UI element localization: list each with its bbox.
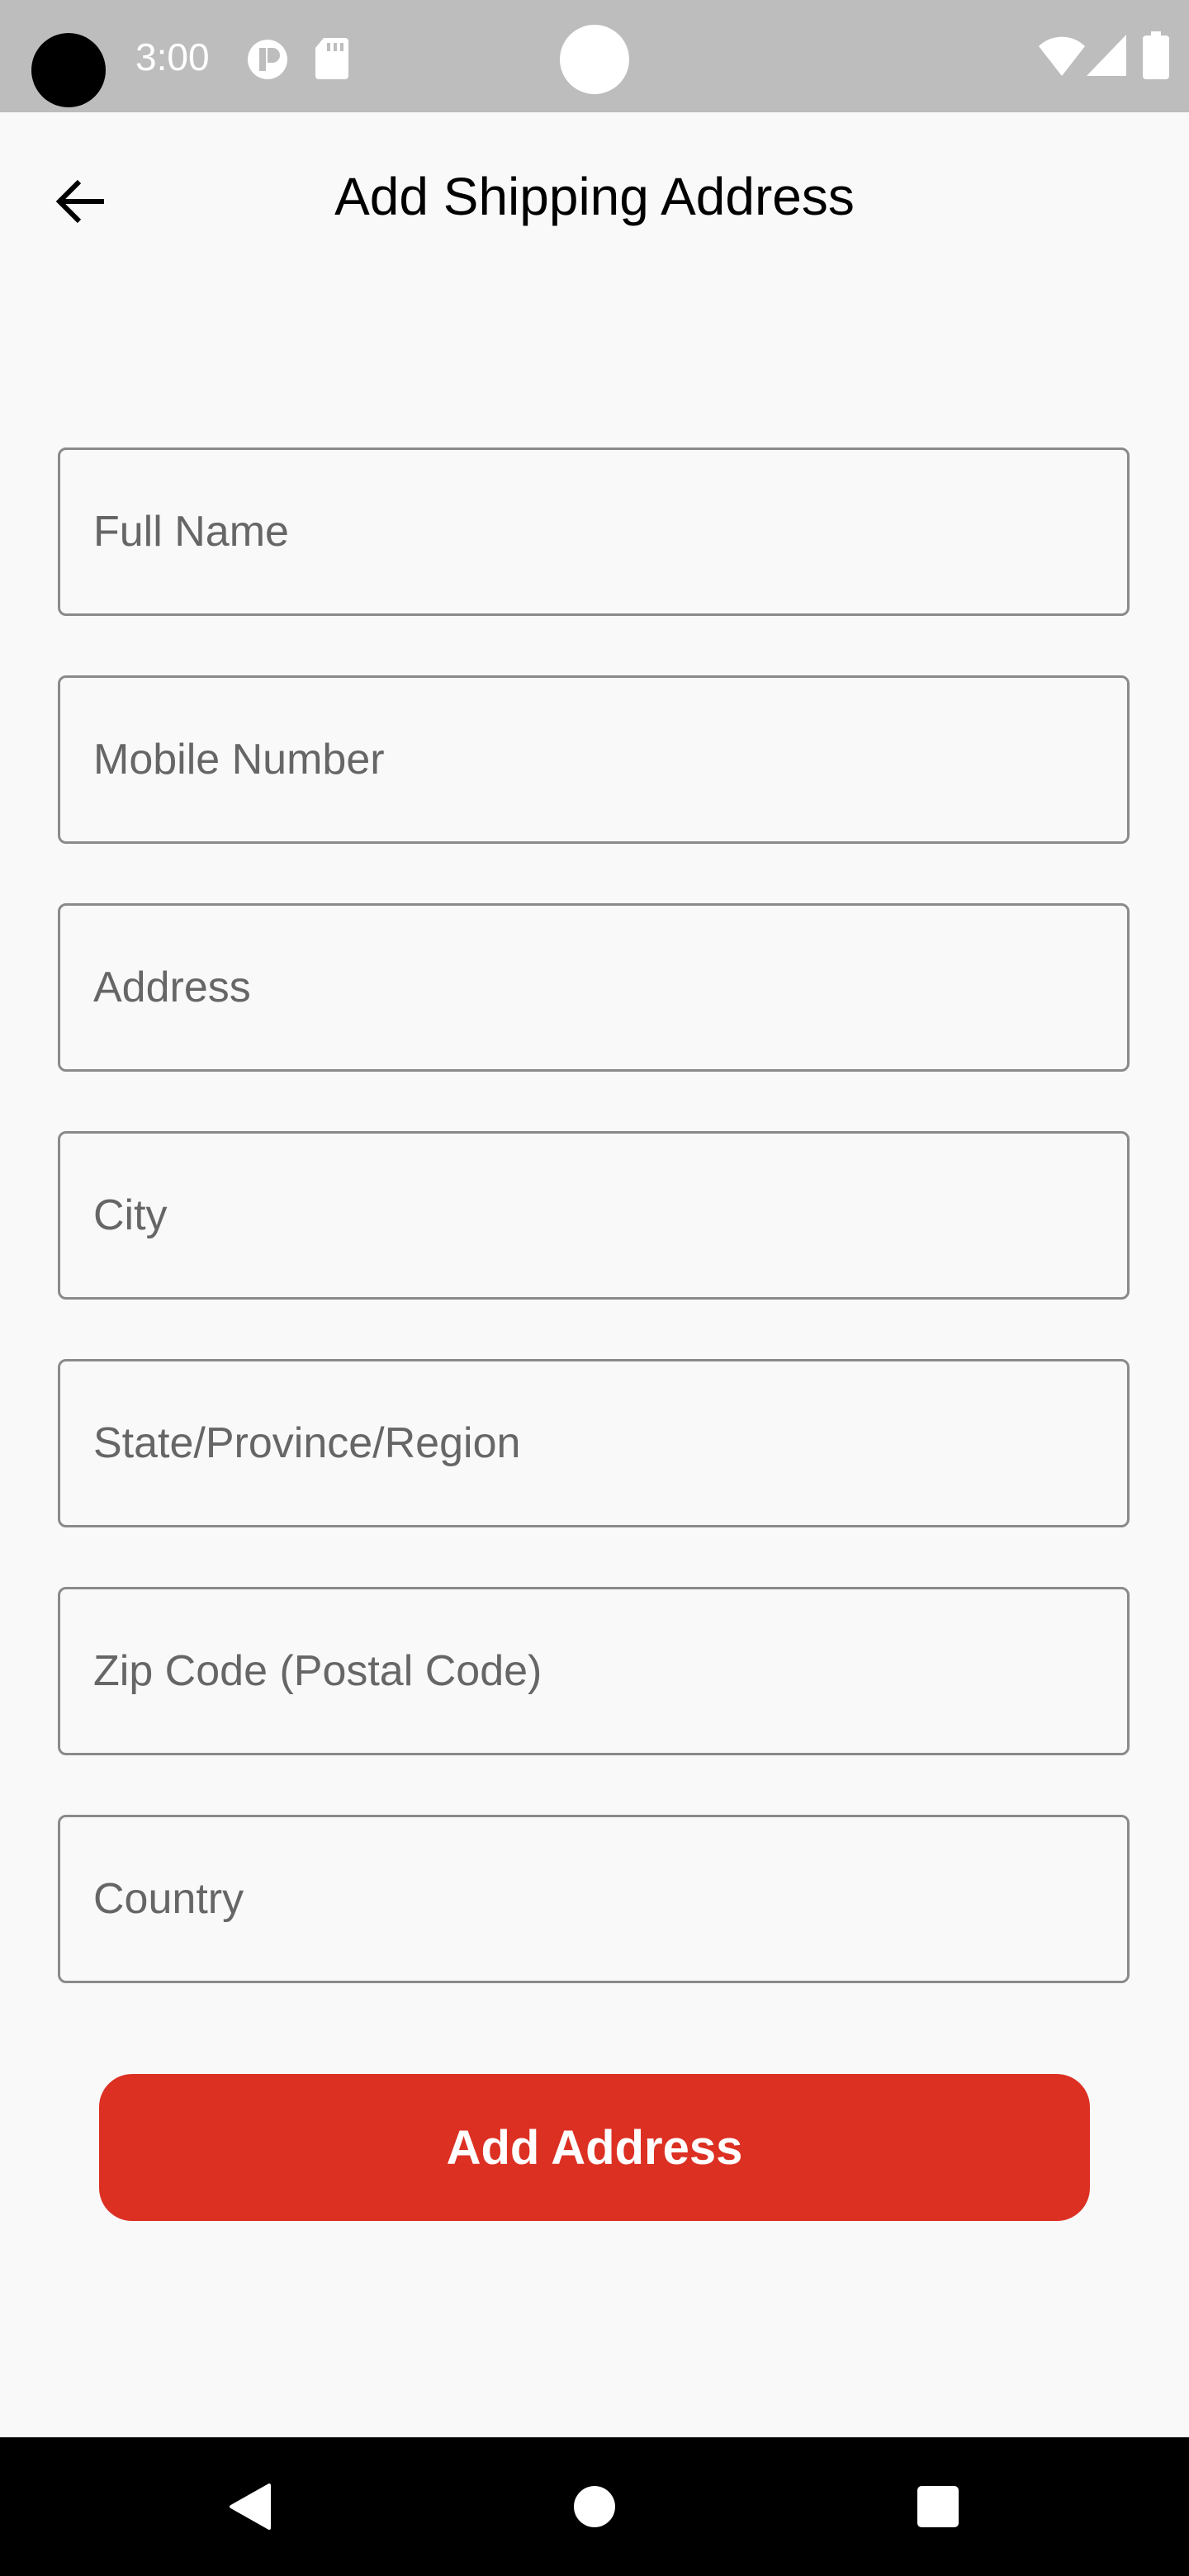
sd-card-icon — [315, 38, 348, 83]
home-circle-icon — [574, 2486, 615, 2527]
nav-recents-button[interactable] — [897, 2465, 979, 2548]
state-input[interactable] — [60, 1361, 1127, 1525]
status-bar: 3:00 — [0, 0, 1189, 112]
full-name-field[interactable] — [58, 447, 1130, 616]
notification-icon — [246, 38, 289, 85]
mobile-number-field[interactable] — [58, 675, 1130, 844]
nav-back-button[interactable] — [208, 2465, 291, 2548]
address-input[interactable] — [60, 906, 1127, 1069]
signal-icon — [1087, 35, 1126, 80]
battery-icon — [1143, 31, 1169, 83]
city-input[interactable] — [60, 1134, 1127, 1297]
full-name-input[interactable] — [60, 450, 1127, 613]
back-triangle-icon — [230, 2484, 271, 2530]
zip-code-field[interactable] — [58, 1587, 1130, 1755]
app-bar: Add Shipping Address — [0, 112, 1189, 277]
add-address-button[interactable]: Add Address — [99, 2074, 1090, 2221]
wifi-icon — [1039, 36, 1085, 80]
state-field[interactable] — [58, 1359, 1130, 1527]
front-sensor-dot — [560, 25, 629, 94]
address-field[interactable] — [58, 903, 1130, 1072]
country-field[interactable] — [58, 1815, 1130, 1983]
camera-hole-icon — [31, 33, 106, 107]
recents-square-icon — [917, 2486, 959, 2527]
zip-code-input[interactable] — [60, 1589, 1127, 1753]
city-field[interactable] — [58, 1131, 1130, 1300]
status-time: 3:00 — [135, 36, 210, 78]
system-nav-bar — [0, 2437, 1189, 2576]
page-title: Add Shipping Address — [334, 167, 855, 226]
nav-home-button[interactable] — [553, 2465, 636, 2548]
mobile-number-input[interactable] — [60, 678, 1127, 841]
country-input[interactable] — [60, 1817, 1127, 1981]
